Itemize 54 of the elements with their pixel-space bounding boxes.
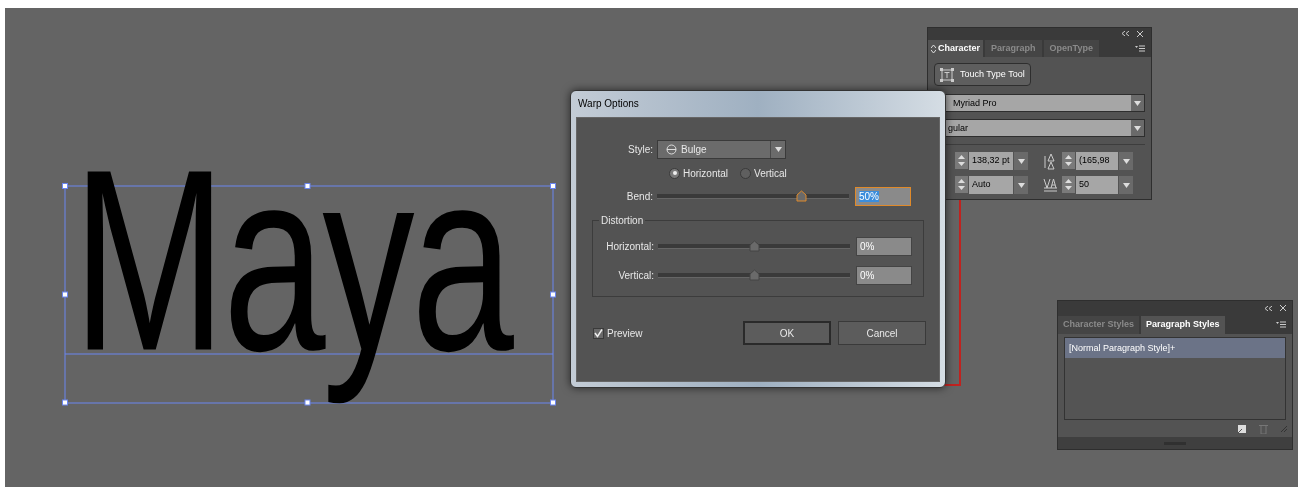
- close-icon[interactable]: [1280, 305, 1286, 311]
- leading-field[interactable]: (165,98: [1076, 152, 1118, 170]
- spinner-icon[interactable]: [955, 176, 968, 193]
- slider[interactable]: [657, 189, 849, 204]
- spinner-icon[interactable]: [1062, 176, 1075, 193]
- touch-type-tool-button[interactable]: Touch Type Tool: [934, 63, 1031, 86]
- dropdown-arrow-icon: [1017, 182, 1025, 188]
- bulge-icon: [666, 144, 677, 155]
- dropdown-arrow-icon: [1134, 125, 1141, 131]
- dropdown-arrow-icon: [774, 147, 782, 152]
- panel-menu-icon[interactable]: [1135, 45, 1145, 52]
- slider[interactable]: [658, 239, 850, 254]
- orientation-radio[interactable]: Vertical: [740, 165, 787, 181]
- collapse-icon[interactable]: [1265, 305, 1272, 311]
- resize-grip-icon[interactable]: [1280, 424, 1288, 433]
- value-field[interactable]: 0%: [856, 237, 912, 256]
- trash-icon[interactable]: [1259, 423, 1268, 434]
- checkbox[interactable]: [593, 327, 604, 339]
- font-size-field[interactable]: 138,32 pt: [969, 152, 1013, 170]
- stepper-icon: [931, 44, 936, 53]
- touch-type-icon: [940, 67, 954, 82]
- spinner-icon[interactable]: [1062, 152, 1075, 169]
- new-style-icon[interactable]: [1237, 423, 1247, 434]
- tracking-field[interactable]: 50: [1076, 176, 1118, 194]
- slider-label: Vertical:: [617, 269, 655, 283]
- slider-thumb[interactable]: [749, 268, 760, 281]
- panel-tab[interactable]: Paragraph Styles: [1141, 316, 1225, 334]
- style-label: Style:: [627, 143, 654, 157]
- slider-label: Horizontal:: [605, 240, 655, 254]
- style-list-item[interactable]: [Normal Paragraph Style]+: [1065, 338, 1285, 358]
- preview-label[interactable]: Preview: [607, 325, 643, 341]
- slider-thumb[interactable]: [749, 239, 760, 252]
- kerning-field[interactable]: Auto: [969, 176, 1013, 194]
- dialog-button[interactable]: OK: [743, 321, 831, 345]
- warp-style-dropdown[interactable]: Bulge: [657, 140, 786, 159]
- dropdown-arrow-icon: [1134, 100, 1141, 106]
- dialog-button[interactable]: Cancel: [838, 321, 926, 345]
- close-icon[interactable]: [1137, 30, 1143, 37]
- panel-menu-icon[interactable]: [1276, 321, 1286, 328]
- dropdown-arrow-icon: [1122, 182, 1130, 188]
- spinner-icon[interactable]: [955, 152, 968, 169]
- slider-thumb[interactable]: [796, 189, 807, 202]
- collapse-icon[interactable]: [1122, 31, 1129, 36]
- dropdown-arrow-icon: [1122, 158, 1130, 164]
- dropdown-arrow-icon: [1017, 158, 1025, 164]
- value-field[interactable]: 50%: [855, 187, 911, 206]
- tracking-icon: [1043, 176, 1058, 194]
- warped-text[interactable]: Maya: [66, 92, 518, 429]
- panel-tab[interactable]: Character: [928, 40, 984, 57]
- value-field[interactable]: 0%: [856, 266, 912, 285]
- slider[interactable]: [658, 268, 850, 283]
- dialog-title: Warp Options: [577, 97, 640, 111]
- orientation-radio[interactable]: Horizontal: [669, 165, 729, 181]
- slider-label: Bend:: [625, 190, 654, 204]
